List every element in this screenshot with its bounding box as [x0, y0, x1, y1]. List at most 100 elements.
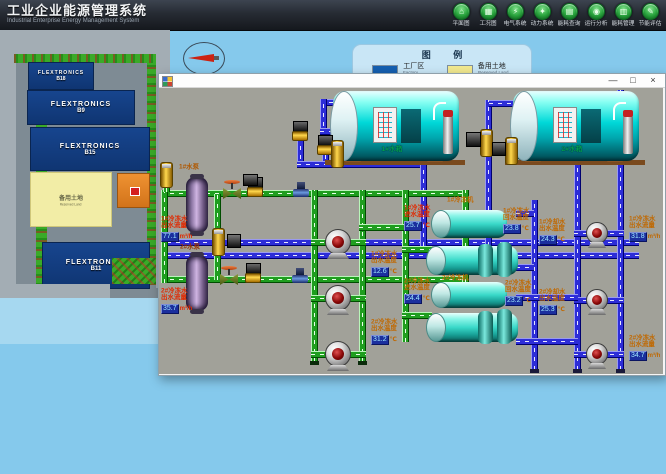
pump-label: 1#水泵: [179, 164, 199, 170]
reading-unit: ℃: [524, 298, 531, 304]
toolbar-label: 能耗管理: [612, 20, 635, 29]
valve-body: [245, 273, 261, 283]
reserved-land-area: 备用土地 Reserved Land: [30, 172, 112, 227]
scada-canvas: 1#水箱 2#水箱: [159, 88, 663, 374]
reading-unit: ℃: [558, 237, 565, 243]
reading-unit: m³/h: [648, 353, 661, 359]
reading-label: 2#冷冻水 进水温度: [404, 278, 430, 291]
tank-level-panel: [373, 107, 397, 143]
tank-label: 2#水箱: [562, 145, 583, 154]
tank-gauge-equipment[interactable]: [623, 116, 633, 154]
reading-unit: ℃: [423, 296, 430, 302]
minimize-button[interactable]: —: [605, 74, 621, 86]
pipe-end-cap: [616, 369, 625, 373]
reading-label: 2#冷却水 出水温度: [539, 289, 565, 302]
toolbar-button-process-view[interactable]: ▦ 工况图: [475, 1, 502, 29]
actuated-valve[interactable]: [292, 121, 308, 141]
pipe-end-cap: [530, 369, 539, 373]
pump-controller: [227, 234, 241, 248]
reading-unit: ℃: [558, 307, 565, 313]
header-bar: 工业企业能源管理系统 Industrial Enterprise Energy …: [0, 0, 666, 31]
reading-label: 1#冷冻水 出水流量: [629, 216, 658, 229]
orange-building[interactable]: [117, 173, 150, 208]
cooling-water-pump-3[interactable]: [586, 343, 608, 365]
close-button[interactable]: ×: [645, 74, 661, 86]
yellow-pump[interactable]: [331, 140, 344, 168]
building-b9[interactable]: FLEXTRONICS B9: [27, 90, 135, 125]
plan-view-icon: ⌂: [453, 3, 470, 20]
reading-label: 2#冷冻水 出水温度: [371, 319, 397, 332]
reading-value: 12.6: [371, 267, 389, 277]
sensor-reading: 1#冷冻水 进水温度 25.7℃: [404, 205, 433, 231]
chiller-2-upper-cylinder[interactable]: [433, 282, 507, 308]
cooling-pipe: [420, 161, 427, 246]
toolbar-button-energy-query[interactable]: ▤ 能耗查询: [556, 1, 583, 29]
pump-controller: [466, 132, 481, 147]
yellow-pump[interactable]: [505, 137, 518, 165]
energy-evaluation-icon: ✎: [642, 3, 659, 20]
chilled-water-pump-3[interactable]: [325, 341, 351, 367]
toolbar-button-energy-management[interactable]: ▥ 能耗管理: [610, 1, 637, 29]
site-map: FLEXTRONICS B18 FLEXTRONICS B9 FLEXTRONI…: [0, 30, 170, 344]
tank-door: [581, 109, 601, 143]
reading-value: 24.3: [539, 235, 557, 245]
toolbar-button-energy-evaluation[interactable]: ✎ 节能评估: [637, 1, 664, 29]
toolbar-button-plan-view[interactable]: ⌂ 平面图: [448, 1, 475, 29]
window-titlebar[interactable]: — □ ×: [159, 74, 665, 88]
chilled-water-pump-1[interactable]: [325, 229, 351, 255]
chiller-label: 2#冷冻机: [442, 275, 468, 281]
pier-road: [0, 284, 110, 299]
toolbar-button-operation-analysis[interactable]: ◉ 运行分析: [583, 1, 610, 29]
manual-valve[interactable]: [223, 180, 241, 199]
tank-gauge-equipment[interactable]: [443, 116, 453, 154]
yellow-pump[interactable]: [212, 228, 225, 256]
cooling-water-pump-2[interactable]: [586, 289, 608, 311]
reading-value: 35.7: [161, 304, 179, 314]
maximize-button[interactable]: □: [625, 74, 641, 86]
cooling-pipe: [516, 338, 578, 345]
valve-stem: [231, 183, 233, 189]
toolbar-label: 运行分析: [585, 20, 608, 29]
building-b15[interactable]: FLEXTRONICS B15: [30, 127, 150, 171]
reading-value: 31.2: [371, 335, 389, 345]
building-b18[interactable]: FLEXTRONICS B18: [28, 62, 94, 90]
building-code: B11: [91, 266, 102, 272]
solenoid-valve[interactable]: [293, 182, 309, 197]
cooling-water-pump-1[interactable]: [586, 222, 608, 244]
tank-level-panel: [553, 107, 577, 143]
reading-value: 31.8: [629, 232, 647, 242]
toolbar-label: 电气系统: [504, 20, 527, 29]
sensor-reading: 1#冷却水 出水温度 24.3℃: [539, 219, 568, 245]
yellow-pump[interactable]: [160, 162, 173, 188]
reading-label: 1#冷冻水 出水温度: [371, 251, 397, 264]
chiller-header: [497, 242, 512, 277]
reading-unit: m³/h: [180, 306, 193, 312]
sensor-reading: 2#冷却水 出水温度 25.3℃: [539, 289, 568, 315]
building-code: B9: [77, 108, 85, 114]
chilled-water-pump-2[interactable]: [325, 285, 351, 311]
reading-value: 23.8: [503, 224, 521, 234]
manual-valve[interactable]: [220, 266, 238, 285]
reading-label: 2#冷冻水 回水温度: [505, 280, 531, 293]
process-diagram-window: — □ ×: [158, 73, 666, 376]
chiller-1-upper-cylinder[interactable]: [433, 210, 507, 238]
reading-value: 34.7: [629, 351, 647, 361]
compass-needle-icon: [188, 54, 214, 62]
toolbar-label: 节能评估: [639, 20, 662, 29]
solenoid-valve[interactable]: [292, 268, 308, 283]
toolbar-button-electrical-system[interactable]: ⚡ 电气系统: [502, 1, 529, 29]
toolbar-label: 动力系统: [531, 20, 554, 29]
actuated-valve[interactable]: [245, 263, 261, 283]
reading-value: 77.1: [161, 232, 179, 242]
valve-stem: [228, 269, 230, 275]
toolbar-button-power-system[interactable]: ✦ 动力系统: [529, 1, 556, 29]
title-block: 工业企业能源管理系统 Industrial Enterprise Energy …: [7, 3, 147, 25]
toolbar-label: 工况图: [480, 20, 497, 29]
water: [0, 298, 170, 344]
chilled-pipe: [359, 190, 366, 362]
process-view-icon: ▦: [480, 3, 497, 20]
reading-value: 23.2: [505, 296, 523, 306]
reading-unit: m³/h: [180, 234, 193, 240]
reading-value: 24.4: [404, 294, 422, 304]
reading-label: 1#冷却水 出水温度: [539, 219, 565, 232]
